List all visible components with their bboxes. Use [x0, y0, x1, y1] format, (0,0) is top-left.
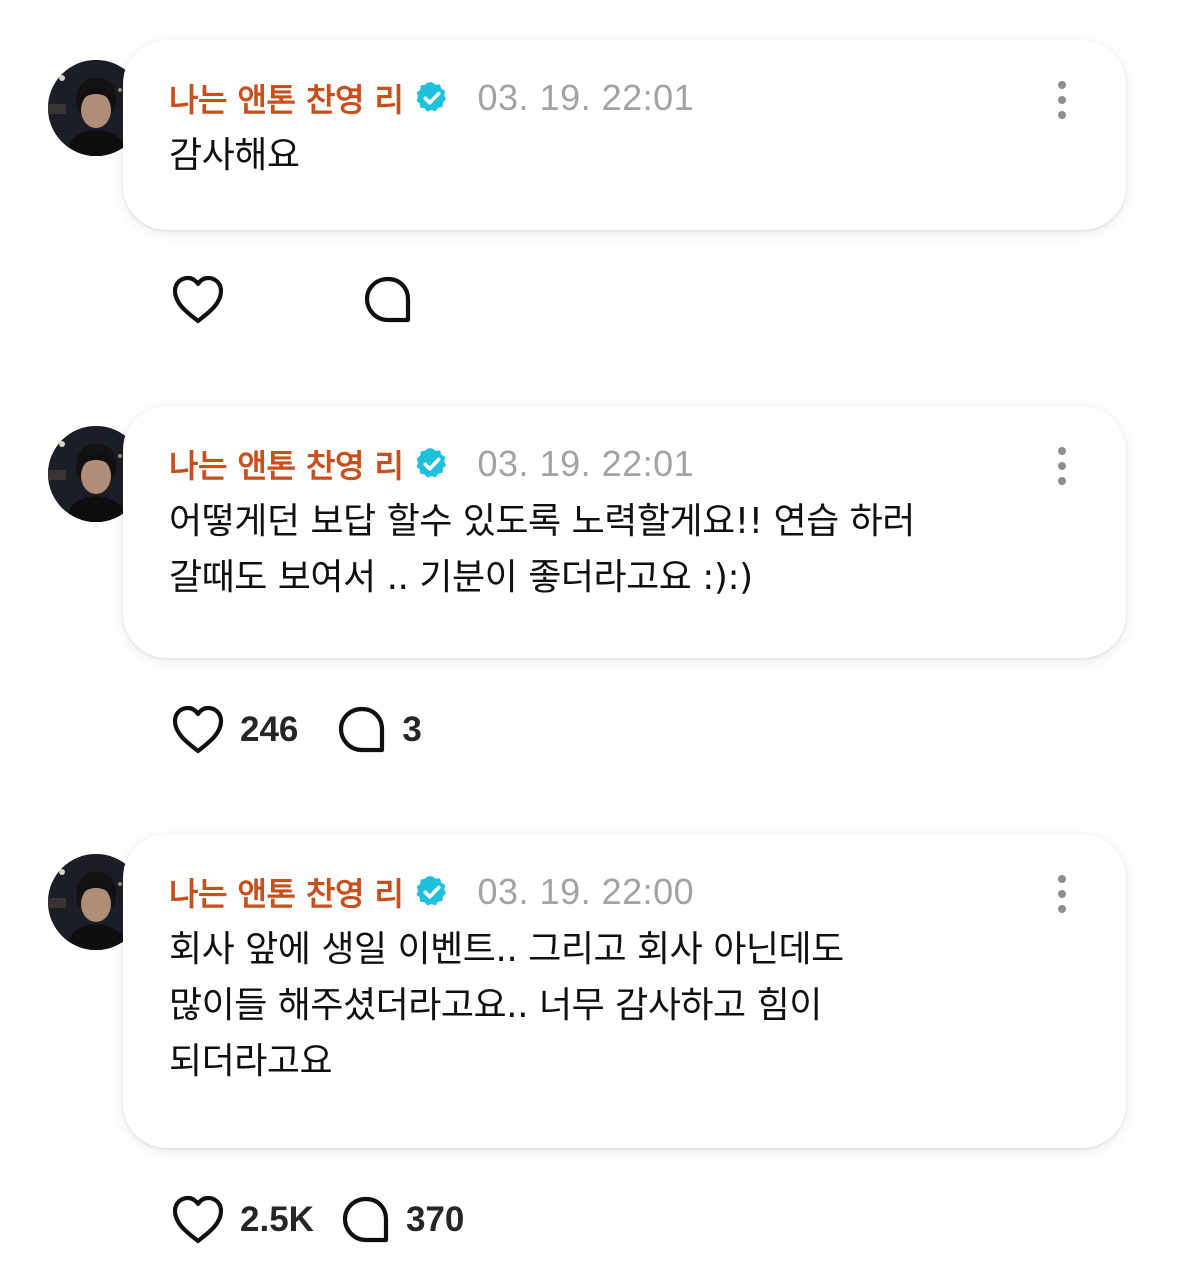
post-actions: [170, 270, 428, 330]
reply-button[interactable]: [362, 274, 428, 326]
verified-badge-icon: [416, 876, 446, 906]
like-button[interactable]: 246: [170, 704, 298, 756]
post-header: 나는 앤톤 찬영 리 03. 19. 22:00: [169, 870, 1066, 914]
comment-bubble: 나는 앤톤 찬영 리 03. 19. 22:00 회사 앞에 생일 이벤트.. …: [123, 834, 1126, 1148]
like-count: 246: [240, 710, 299, 749]
post-text: 감사해요: [169, 135, 300, 176]
heart-icon: [172, 705, 224, 754]
like-button[interactable]: [170, 274, 240, 326]
post-actions: 246 3: [170, 700, 422, 760]
reply-button[interactable]: 3: [336, 704, 422, 756]
post-header: 나는 앤톤 찬영 리 03. 19. 22:01: [169, 442, 1066, 486]
verified-badge-icon: [416, 82, 446, 112]
author-name[interactable]: 나는 앤톤 찬영 리: [169, 441, 404, 487]
more-vertical-icon[interactable]: [1052, 874, 1072, 914]
post-actions: 2.5K 370: [170, 1190, 464, 1250]
author-name[interactable]: 나는 앤톤 찬영 리: [169, 869, 404, 915]
post-text: 회사 앞에 생일 이벤트.. 그리고 회사 아닌데도 많이들 해주셨더라고요..…: [169, 929, 844, 1082]
speech-bubble-icon: [364, 276, 411, 323]
comment-bubble: 나는 앤톤 찬영 리 03. 19. 22:01 어떻게던 보답 할수 있도록 …: [123, 406, 1126, 658]
timestamp: 03. 19. 22:00: [477, 871, 695, 912]
reply-button[interactable]: 370: [340, 1194, 464, 1246]
more-vertical-icon[interactable]: [1052, 446, 1072, 486]
verified-badge-icon: [416, 448, 446, 478]
timestamp: 03. 19. 22:01: [477, 443, 695, 484]
post-header: 나는 앤톤 찬영 리 03. 19. 22:01: [169, 76, 1066, 120]
heart-icon: [172, 1195, 224, 1244]
reply-count: 3: [402, 710, 422, 749]
speech-bubble-icon: [342, 1196, 389, 1243]
post-text: 어떻게던 보답 할수 있도록 노력할게요!! 연습 하러 갈때도 보여서 .. …: [169, 501, 915, 598]
more-vertical-icon[interactable]: [1052, 80, 1072, 120]
timestamp: 03. 19. 22:01: [477, 77, 695, 118]
heart-icon: [172, 275, 224, 324]
like-button[interactable]: 2.5K: [170, 1194, 314, 1246]
author-name[interactable]: 나는 앤톤 찬영 리: [169, 75, 404, 121]
like-count: 2.5K: [240, 1200, 314, 1239]
speech-bubble-icon: [339, 706, 385, 753]
comment-bubble: 나는 앤톤 찬영 리 03. 19. 22:01 감사해요: [123, 40, 1126, 230]
reply-count: 370: [405, 1200, 465, 1239]
